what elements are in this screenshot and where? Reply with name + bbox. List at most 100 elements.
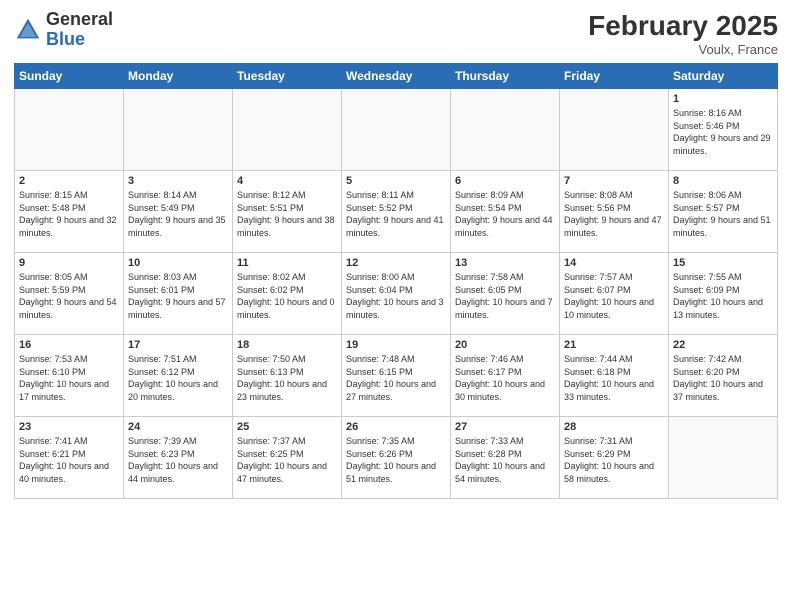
calendar-cell: 20Sunrise: 7:46 AM Sunset: 6:17 PM Dayli…	[451, 335, 560, 417]
calendar-cell: 24 Sunrise: 7:39 AM Sunset: 6:23 PM Dayli…	[124, 417, 233, 499]
day-info: Sunrise: 7:39 AM Sunset: 6:23 PM Dayligh…	[128, 435, 228, 485]
week-row-2: 9 Sunrise: 8:05 AM Sunset: 5:59 PM Daylig…	[15, 253, 778, 335]
day-info: Sunrise: 7:58 AM Sunset: 6:05 PM Dayligh…	[455, 271, 555, 321]
day-number: 11	[237, 257, 337, 269]
day-number: 23	[19, 421, 119, 433]
day-info: Sunrise: 8:12 AM Sunset: 5:51 PM Dayligh…	[237, 189, 337, 239]
day-number: 12	[346, 257, 446, 269]
calendar-cell: 16 Sunrise: 7:53 AM Sunset: 6:10 PM Dayli…	[15, 335, 124, 417]
calendar-cell: 22 Sunrise: 7:42 AM Sunset: 6:20 PM Dayli…	[669, 335, 778, 417]
calendar-cell: 10Sunrise: 8:03 AM Sunset: 6:01 PM Dayli…	[124, 253, 233, 335]
day-number: 21	[564, 339, 664, 351]
day-number: 6	[455, 175, 555, 187]
calendar-cell	[124, 89, 233, 171]
day-number: 15	[673, 257, 773, 269]
day-info: Sunrise: 8:08 AM Sunset: 5:56 PM Dayligh…	[564, 189, 664, 239]
calendar-cell: 14 Sunrise: 7:57 AM Sunset: 6:07 PM Dayli…	[560, 253, 669, 335]
calendar-cell: 18 Sunrise: 7:50 AM Sunset: 6:13 PM Dayli…	[233, 335, 342, 417]
day-info: Sunrise: 7:51 AM Sunset: 6:12 PM Dayligh…	[128, 353, 228, 403]
day-number: 14	[564, 257, 664, 269]
day-info: Sunrise: 7:55 AM Sunset: 6:09 PM Dayligh…	[673, 271, 773, 321]
calendar-cell: 2 Sunrise: 8:15 AM Sunset: 5:48 PM Daylig…	[15, 171, 124, 253]
day-info: Sunrise: 8:15 AM Sunset: 5:48 PM Dayligh…	[19, 189, 119, 239]
col-header-monday: Monday	[124, 64, 233, 89]
day-number: 1	[673, 93, 773, 105]
day-info: Sunrise: 7:50 AM Sunset: 6:13 PM Dayligh…	[237, 353, 337, 403]
day-info: Sunrise: 8:05 AM Sunset: 5:59 PM Dayligh…	[19, 271, 119, 321]
calendar-header-row: SundayMondayTuesdayWednesdayThursdayFrid…	[15, 64, 778, 89]
logo-icon	[14, 16, 42, 44]
calendar-cell: 23 Sunrise: 7:41 AM Sunset: 6:21 PM Dayli…	[15, 417, 124, 499]
day-number: 8	[673, 175, 773, 187]
calendar-cell: 26 Sunrise: 7:35 AM Sunset: 6:26 PM Dayli…	[342, 417, 451, 499]
calendar-cell: 4 Sunrise: 8:12 AM Sunset: 5:51 PM Daylig…	[233, 171, 342, 253]
calendar-cell: 17 Sunrise: 7:51 AM Sunset: 6:12 PM Dayli…	[124, 335, 233, 417]
day-info: Sunrise: 7:41 AM Sunset: 6:21 PM Dayligh…	[19, 435, 119, 485]
day-info: Sunrise: 8:03 AM Sunset: 6:01 PM Dayligh…	[128, 271, 228, 321]
calendar-cell: 8 Sunrise: 8:06 AM Sunset: 5:57 PM Daylig…	[669, 171, 778, 253]
col-header-friday: Friday	[560, 64, 669, 89]
day-info: Sunrise: 8:06 AM Sunset: 5:57 PM Dayligh…	[673, 189, 773, 239]
day-number: 2	[19, 175, 119, 187]
day-info: Sunrise: 7:48 AM Sunset: 6:15 PM Dayligh…	[346, 353, 446, 403]
day-number: 24	[128, 421, 228, 433]
day-number: 20	[455, 339, 555, 351]
day-number: 17	[128, 339, 228, 351]
day-info: Sunrise: 8:11 AM Sunset: 5:52 PM Dayligh…	[346, 189, 446, 239]
page: General Blue February 2025 Voulx, France…	[0, 0, 792, 612]
logo: General Blue	[14, 10, 113, 50]
week-row-1: 2 Sunrise: 8:15 AM Sunset: 5:48 PM Daylig…	[15, 171, 778, 253]
day-info: Sunrise: 7:31 AM Sunset: 6:29 PM Dayligh…	[564, 435, 664, 485]
header: General Blue February 2025 Voulx, France	[14, 10, 778, 57]
day-number: 7	[564, 175, 664, 187]
day-info: Sunrise: 7:44 AM Sunset: 6:18 PM Dayligh…	[564, 353, 664, 403]
calendar-cell: 11 Sunrise: 8:02 AM Sunset: 6:02 PM Dayli…	[233, 253, 342, 335]
calendar-cell: 21 Sunrise: 7:44 AM Sunset: 6:18 PM Dayli…	[560, 335, 669, 417]
calendar-cell: 25 Sunrise: 7:37 AM Sunset: 6:25 PM Dayli…	[233, 417, 342, 499]
col-header-saturday: Saturday	[669, 64, 778, 89]
day-number: 18	[237, 339, 337, 351]
calendar-cell	[15, 89, 124, 171]
calendar-cell	[669, 417, 778, 499]
week-row-4: 23 Sunrise: 7:41 AM Sunset: 6:21 PM Dayli…	[15, 417, 778, 499]
day-number: 13	[455, 257, 555, 269]
col-header-thursday: Thursday	[451, 64, 560, 89]
day-number: 5	[346, 175, 446, 187]
calendar-cell	[233, 89, 342, 171]
calendar-cell: 6 Sunrise: 8:09 AM Sunset: 5:54 PM Daylig…	[451, 171, 560, 253]
day-info: Sunrise: 7:57 AM Sunset: 6:07 PM Dayligh…	[564, 271, 664, 321]
week-row-3: 16 Sunrise: 7:53 AM Sunset: 6:10 PM Dayli…	[15, 335, 778, 417]
month-title: February 2025	[588, 10, 778, 42]
calendar-cell	[451, 89, 560, 171]
calendar-cell: 3Sunrise: 8:14 AM Sunset: 5:49 PM Daylig…	[124, 171, 233, 253]
day-info: Sunrise: 7:35 AM Sunset: 6:26 PM Dayligh…	[346, 435, 446, 485]
day-number: 9	[19, 257, 119, 269]
logo-text: General Blue	[46, 10, 113, 50]
day-info: Sunrise: 8:00 AM Sunset: 6:04 PM Dayligh…	[346, 271, 446, 321]
day-number: 19	[346, 339, 446, 351]
title-area: February 2025 Voulx, France	[588, 10, 778, 57]
day-number: 16	[19, 339, 119, 351]
day-info: Sunrise: 8:02 AM Sunset: 6:02 PM Dayligh…	[237, 271, 337, 321]
calendar-cell: 13 Sunrise: 7:58 AM Sunset: 6:05 PM Dayli…	[451, 253, 560, 335]
day-info: Sunrise: 7:37 AM Sunset: 6:25 PM Dayligh…	[237, 435, 337, 485]
day-number: 28	[564, 421, 664, 433]
day-number: 25	[237, 421, 337, 433]
calendar-table: SundayMondayTuesdayWednesdayThursdayFrid…	[14, 63, 778, 499]
day-number: 22	[673, 339, 773, 351]
day-number: 4	[237, 175, 337, 187]
day-info: Sunrise: 7:42 AM Sunset: 6:20 PM Dayligh…	[673, 353, 773, 403]
calendar-cell: 27Sunrise: 7:33 AM Sunset: 6:28 PM Dayli…	[451, 417, 560, 499]
day-info: Sunrise: 8:16 AM Sunset: 5:46 PM Dayligh…	[673, 107, 773, 157]
day-info: Sunrise: 7:33 AM Sunset: 6:28 PM Dayligh…	[455, 435, 555, 485]
calendar-cell: 19 Sunrise: 7:48 AM Sunset: 6:15 PM Dayli…	[342, 335, 451, 417]
calendar-cell: 7 Sunrise: 8:08 AM Sunset: 5:56 PM Daylig…	[560, 171, 669, 253]
calendar-cell: 12 Sunrise: 8:00 AM Sunset: 6:04 PM Dayli…	[342, 253, 451, 335]
col-header-wednesday: Wednesday	[342, 64, 451, 89]
day-info: Sunrise: 8:14 AM Sunset: 5:49 PM Dayligh…	[128, 189, 228, 239]
day-info: Sunrise: 8:09 AM Sunset: 5:54 PM Dayligh…	[455, 189, 555, 239]
day-number: 26	[346, 421, 446, 433]
calendar-cell	[560, 89, 669, 171]
calendar-cell: 5 Sunrise: 8:11 AM Sunset: 5:52 PM Daylig…	[342, 171, 451, 253]
day-info: Sunrise: 7:53 AM Sunset: 6:10 PM Dayligh…	[19, 353, 119, 403]
